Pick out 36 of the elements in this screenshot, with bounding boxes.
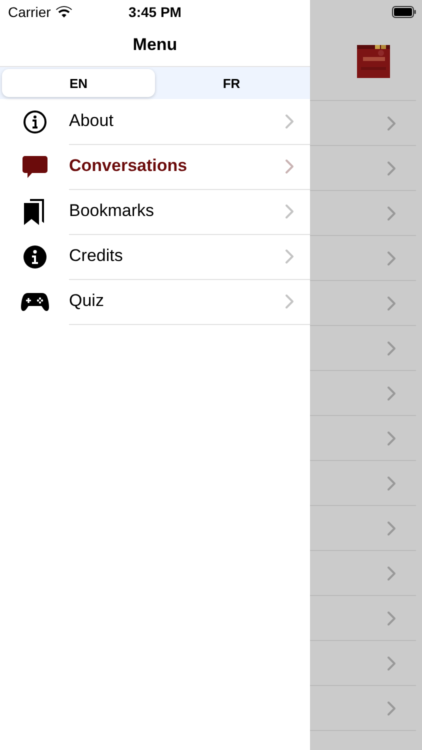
chevron-icon bbox=[387, 250, 396, 266]
chevron-icon bbox=[387, 206, 396, 220]
chevron-icon bbox=[387, 340, 396, 356]
bookmarks-icon bbox=[22, 198, 46, 226]
status-time: 3:45 PM bbox=[128, 4, 182, 20]
menu-item[interactable]: Quiz bbox=[69, 291, 285, 311]
chevron-icon bbox=[285, 114, 294, 128]
menu-item[interactable]: About bbox=[69, 111, 285, 131]
chevron-icon bbox=[387, 160, 396, 176]
chevron-icon bbox=[387, 610, 396, 626]
battery-icon bbox=[392, 6, 416, 18]
chevron-icon bbox=[387, 386, 396, 400]
chevron-icon bbox=[387, 520, 396, 536]
info-icon bbox=[22, 110, 46, 134]
chevron-icon bbox=[387, 566, 396, 580]
gamepad-icon bbox=[20, 292, 48, 312]
chevron-icon bbox=[285, 294, 294, 308]
chevron-icon bbox=[387, 296, 396, 310]
menu-item[interactable]: Conversations bbox=[69, 156, 285, 176]
chevron-icon bbox=[387, 116, 396, 130]
chevron-icon bbox=[387, 700, 396, 716]
menu-item[interactable]: Bookmarks bbox=[69, 201, 285, 221]
language-segment[interactable]: EN bbox=[2, 69, 155, 97]
chevron-icon bbox=[285, 248, 294, 264]
chevron-icon bbox=[285, 158, 294, 174]
info-icon bbox=[22, 244, 46, 268]
language-segment[interactable]: FR bbox=[155, 69, 308, 97]
wifi-icon bbox=[56, 6, 72, 18]
chevron-icon bbox=[285, 204, 294, 218]
chevron-icon bbox=[387, 430, 396, 446]
speech-bubble-icon bbox=[22, 154, 48, 178]
nav-title: Menu bbox=[132, 34, 178, 54]
menu-item[interactable]: Credits bbox=[69, 246, 285, 266]
carrier-label: Carrier bbox=[8, 4, 51, 20]
chevron-icon bbox=[387, 656, 396, 670]
chevron-icon bbox=[387, 476, 396, 490]
